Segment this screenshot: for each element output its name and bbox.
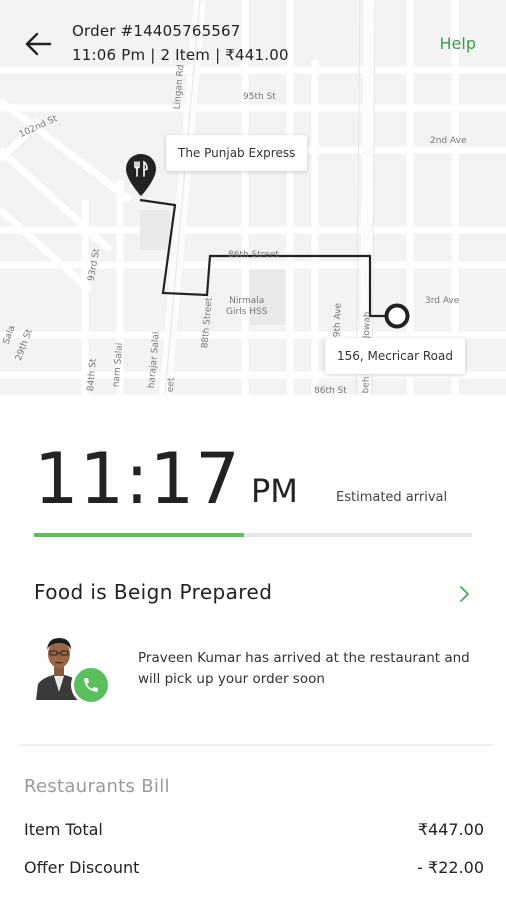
order-summary: 11:06 Pm | 2 Item | ₹441.00 xyxy=(72,46,289,64)
street-label: 86th St xyxy=(314,386,347,395)
bill-row-item-total: Item Total ₹447.00 xyxy=(24,820,484,844)
delivery-progress-fill xyxy=(34,533,245,537)
bill-row-label: Item Total xyxy=(24,820,103,839)
eta-ampm: PM xyxy=(251,472,298,510)
eta-time: 11:17 xyxy=(34,438,241,520)
street-label: Jowah xyxy=(361,311,373,339)
street-label: 86th Street xyxy=(228,250,279,260)
delivery-progress-bar xyxy=(34,533,472,537)
bill-title: Restaurants Bill xyxy=(24,776,170,797)
chevron-right-icon[interactable] xyxy=(456,584,472,604)
section-divider xyxy=(20,744,493,746)
bill-row-amount: ₹447.00 xyxy=(417,820,484,839)
back-arrow-icon[interactable] xyxy=(22,28,54,60)
restaurant-callout: The Punjab Express xyxy=(166,135,308,171)
destination-callout: 156, Mecricar Road xyxy=(325,338,465,374)
street-label: 3rd Ave xyxy=(425,296,460,306)
street-label: 95th St xyxy=(243,92,276,102)
eta-label: Estimated arrival xyxy=(336,490,448,505)
order-header: Order #14405765567 11:06 Pm | 2 Item | ₹… xyxy=(0,0,506,80)
help-link[interactable]: Help xyxy=(440,34,476,53)
call-driver-button[interactable] xyxy=(71,665,111,705)
route-map[interactable]: 95th St 102nd St 2nd Ave 3rd Ave 93rd St… xyxy=(0,0,506,395)
order-id: Order #14405765567 xyxy=(72,22,241,40)
street-label: Nirmala Girls HSS xyxy=(226,296,268,317)
delivery-partner: Praveen Kumar has arrived at the restaur… xyxy=(34,630,484,710)
driver-status-message: Praveen Kumar has arrived at the restaur… xyxy=(138,650,470,687)
destination-marker-icon[interactable] xyxy=(383,302,411,330)
order-status-title: Food is Beign Prepared xyxy=(34,580,273,604)
street-label: beh xyxy=(361,376,372,394)
phone-icon xyxy=(84,678,98,692)
bill-row-label: Offer Discount xyxy=(24,858,140,877)
bill-row-offer-discount: Offer Discount - ₹22.00 xyxy=(24,858,484,882)
restaurant-pin-icon[interactable] xyxy=(124,152,158,198)
order-status-row[interactable]: Food is Beign Prepared xyxy=(34,580,474,610)
street-label: 2nd Ave xyxy=(430,136,467,146)
street-label: eet xyxy=(165,377,177,393)
bill-row-amount: - ₹22.00 xyxy=(417,858,484,877)
